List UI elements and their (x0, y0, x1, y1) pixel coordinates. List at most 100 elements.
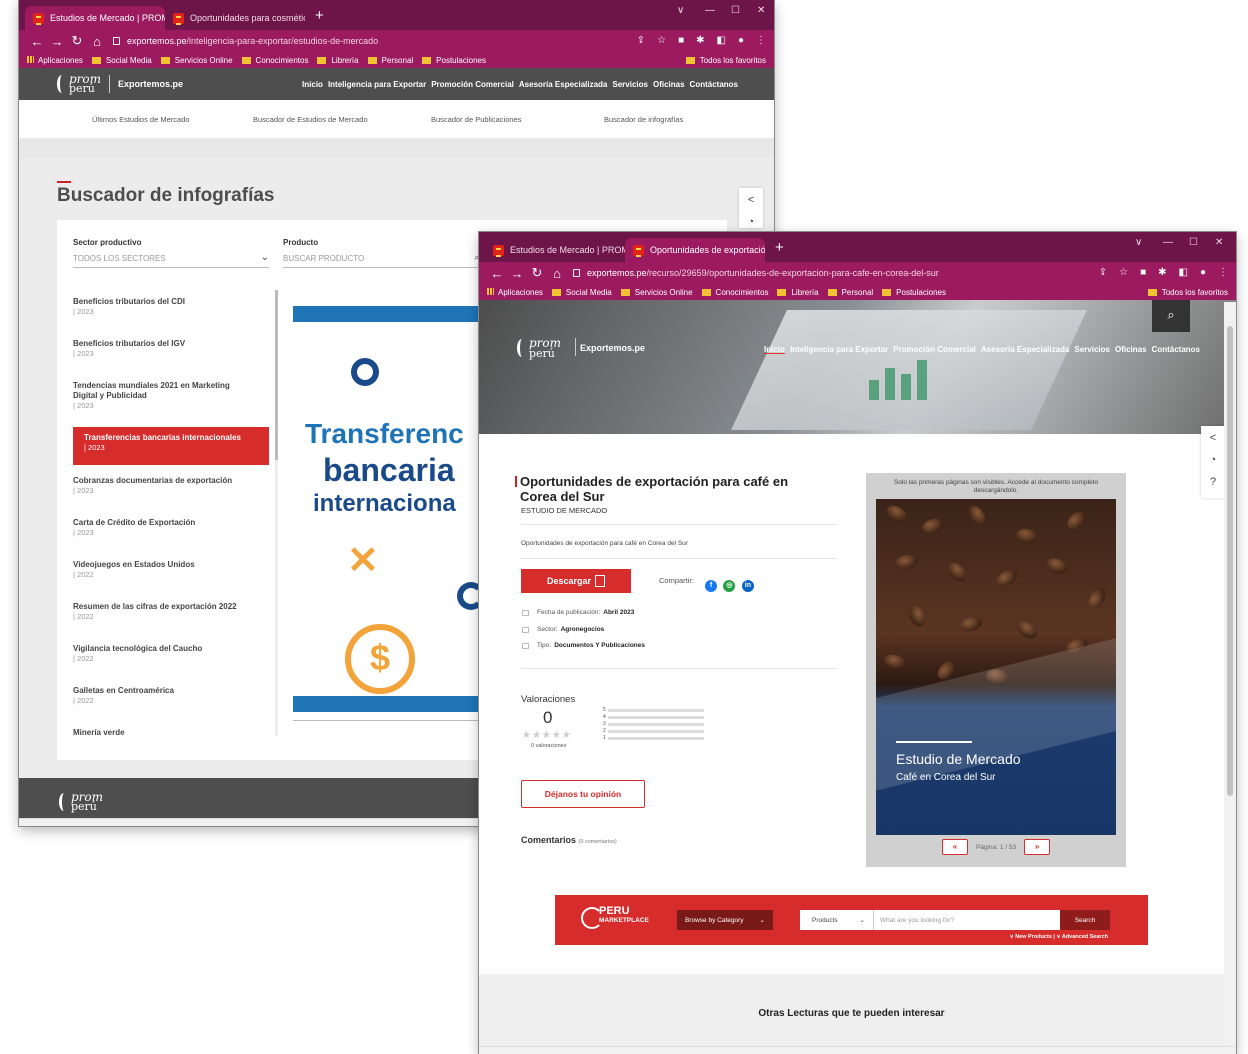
bookmark-personal[interactable]: Personal (367, 56, 413, 65)
horizontal-scrollbar[interactable] (479, 1046, 1236, 1054)
marketplace-logo[interactable]: PERU MARKETPLACE (599, 906, 649, 925)
minimize-button[interactable]: — (705, 5, 715, 16)
prev-page-button[interactable]: « (942, 839, 968, 855)
extension-icon[interactable]: ■ (1140, 267, 1146, 278)
list-item[interactable]: Videojuegos en Estados Unidos | 2022 (73, 560, 269, 580)
subnav-buscador-infografias[interactable]: Buscador de infografías (604, 115, 683, 124)
site-brand[interactable]: Exportemos.pe (580, 343, 645, 353)
document-cover[interactable]: Estudio de Mercado Café en Corea del Sur (876, 499, 1116, 835)
bookmark-conocimientos[interactable]: Conocimientos (241, 56, 308, 65)
forward-icon[interactable]: → (47, 34, 67, 49)
promperu-logo[interactable]: prom perú (517, 337, 561, 359)
tab-oportunidades[interactable]: Oportunidades para cosmética · × (165, 6, 305, 30)
menu-icon[interactable]: ⋮ (756, 35, 766, 46)
tab-estudios[interactable]: Estudios de Mercado | PROMPER × (485, 238, 625, 262)
nav-inicio[interactable]: Inicio (302, 80, 323, 89)
nav-inteligencia[interactable]: Inteligencia para Exportar (790, 345, 888, 354)
download-button[interactable]: Descargar (521, 569, 631, 593)
help-icon[interactable]: ? (1210, 476, 1216, 488)
site-brand[interactable]: Exportemos.pe (118, 79, 183, 89)
product-search-input[interactable]: BUSCAR PRODUCTO ⌕ (283, 253, 479, 268)
star-icon[interactable]: ☆ (657, 35, 666, 46)
tab-search-icon[interactable]: ∨ (677, 5, 684, 16)
marketplace-search-button[interactable]: Search (1060, 910, 1110, 930)
tab-oportunidades[interactable]: Oportunidades de exportación · × (625, 238, 765, 262)
bookmark-servicios[interactable]: Servicios Online (160, 56, 233, 65)
next-page-button[interactable]: » (1024, 839, 1051, 855)
promperu-logo[interactable]: prom perú (57, 73, 101, 94)
nav-contactanos[interactable]: Contáctanos (1152, 345, 1200, 354)
bookmark-social-media[interactable]: Social Media (551, 288, 612, 297)
bookmark-all[interactable]: Todos los favoritos (1147, 288, 1228, 297)
star-icon[interactable]: ☆ (1119, 267, 1128, 278)
new-tab-button[interactable]: + (775, 239, 784, 256)
linkedin-icon[interactable]: in (741, 580, 754, 592)
sidepanel-icon[interactable]: ◧ (1179, 267, 1188, 278)
bookmark-postulaciones[interactable]: Postulaciones (882, 288, 946, 297)
reload-icon[interactable]: ↻ (67, 33, 87, 49)
share-icon[interactable]: ⇪ (637, 35, 645, 46)
minimize-button[interactable]: — (1163, 237, 1173, 248)
share-icon[interactable]: ⇪ (1099, 267, 1107, 278)
vertical-scrollbar[interactable] (1224, 302, 1236, 1054)
maximize-button[interactable]: ☐ (1189, 237, 1198, 248)
subnav-buscador-estudios[interactable]: Buscador de Estudios de Mercado (253, 115, 368, 124)
share-icon[interactable]: < (1210, 432, 1216, 444)
nav-servicios[interactable]: Servicios (1074, 345, 1110, 354)
nav-inteligencia[interactable]: Inteligencia para Exportar (328, 80, 426, 89)
back-icon[interactable]: ← (27, 34, 47, 49)
bookmark-all[interactable]: Todos los favoritos (685, 56, 766, 65)
bookmark-conocimientos[interactable]: Conocimientos (701, 288, 768, 297)
marketplace-search-input[interactable]: What are you looking for? (874, 917, 954, 924)
list-item-selected[interactable]: Transferencias bancarias internacionales… (73, 427, 269, 465)
avatar[interactable]: ● (738, 35, 744, 46)
products-select[interactable]: Products ⌄ (800, 910, 874, 930)
bookmark-servicios[interactable]: Servicios Online (620, 288, 693, 297)
bookmark-apps[interactable]: Aplicaciones (487, 287, 543, 297)
list-item[interactable]: Resumen de las cifras de exportación 202… (73, 602, 269, 622)
bookmark-postulaciones[interactable]: Postulaciones (422, 56, 486, 65)
subnav-buscador-publicaciones[interactable]: Buscador de Publicaciones (431, 115, 521, 124)
home-icon[interactable]: ⌂ (87, 34, 107, 49)
list-item[interactable]: Beneficios tributarios del CDI | 2023 (73, 297, 269, 317)
whatsapp-icon[interactable]: ◔ (748, 216, 755, 228)
url-field[interactable]: exportemos.pe/inteligencia-para-exportar… (113, 36, 378, 46)
list-item[interactable]: Vigilancia tecnológica del Caucho | 2022 (73, 644, 269, 664)
nav-asesoria[interactable]: Asesoría Especializada (981, 345, 1070, 354)
close-window-button[interactable]: ✕ (1215, 237, 1223, 248)
list-item[interactable]: Carta de Crédito de Exportación | 2023 (73, 518, 269, 538)
bookmark-apps[interactable]: Aplicaciones (27, 55, 83, 65)
list-scrollbar-thumb[interactable] (275, 290, 278, 460)
puzzle-icon[interactable]: ✱ (1158, 267, 1166, 278)
list-item[interactable]: Galletas en Centroamérica | 2022 (73, 686, 269, 706)
sector-select[interactable]: TODOS LOS SECTORES ⌄ (73, 252, 269, 268)
bookmark-libreria[interactable]: Librería (317, 56, 359, 65)
browse-category-dropdown[interactable]: Browse by Category ⌄ (677, 910, 773, 930)
share-icon[interactable]: < (748, 194, 754, 206)
nav-oficinas[interactable]: Oficinas (653, 80, 685, 89)
nav-oficinas[interactable]: Oficinas (1115, 345, 1147, 354)
back-icon[interactable]: ← (487, 266, 507, 281)
tab-estudios[interactable]: Estudios de Mercado | PROMPERÚ × (25, 6, 165, 30)
infographic-preview[interactable]: Transferenc bancaria internaciona ✕ $ (293, 302, 483, 712)
nav-promocion[interactable]: Promoción Comercial (431, 80, 514, 89)
tab-search-icon[interactable]: ∨ (1135, 237, 1142, 248)
list-item[interactable]: Tendencias mundiales 2021 en Marketing D… (73, 381, 243, 411)
url-field[interactable]: exportemos.pe/recurso/29659/oportunidade… (573, 268, 939, 278)
nav-inicio[interactable]: Inicio (764, 345, 785, 354)
facebook-icon[interactable]: f (705, 580, 717, 592)
nav-promocion[interactable]: Promoción Comercial (893, 345, 976, 354)
maximize-button[interactable]: ☐ (731, 5, 740, 16)
avatar[interactable]: ● (1200, 267, 1206, 278)
extension-icon[interactable]: ■ (678, 35, 684, 46)
bookmark-libreria[interactable]: Librería (777, 288, 819, 297)
menu-icon[interactable]: ⋮ (1218, 267, 1228, 278)
scrollbar-thumb[interactable] (1227, 326, 1233, 796)
whatsapp-icon[interactable]: ◔ (1210, 454, 1217, 466)
opinion-button[interactable]: Déjanos tu opinión (521, 780, 645, 808)
list-item[interactable]: Cobranzas documentarias de exportación | … (73, 476, 269, 496)
home-icon[interactable]: ⌂ (547, 266, 567, 281)
whatsapp-icon[interactable]: ◎ (723, 580, 736, 592)
search-button[interactable]: ⌕ (1152, 300, 1190, 332)
close-window-button[interactable]: ✕ (757, 5, 765, 16)
